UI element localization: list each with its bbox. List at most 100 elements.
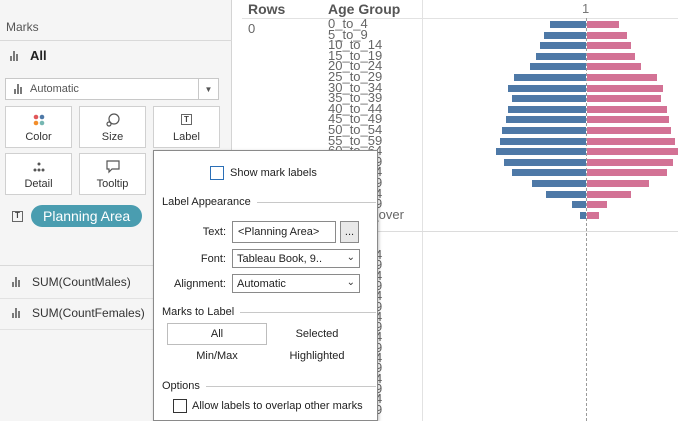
field-countmales[interactable]: SUM(CountMales) bbox=[12, 275, 131, 289]
color-button[interactable]: Color bbox=[5, 106, 72, 148]
text-label-icon: T bbox=[12, 210, 23, 222]
female-bar[interactable] bbox=[587, 116, 669, 124]
alignment-value: Automatic bbox=[237, 277, 286, 290]
option-highlighted[interactable]: Highlighted bbox=[267, 350, 367, 362]
section-title: Label Appearance bbox=[162, 196, 251, 208]
male-bar[interactable] bbox=[546, 190, 586, 198]
field-countfemales[interactable]: SUM(CountFemales) bbox=[12, 306, 145, 320]
male-bar[interactable] bbox=[572, 201, 586, 209]
female-bar[interactable] bbox=[587, 148, 678, 156]
bar-chart-icon bbox=[12, 308, 20, 318]
male-bar[interactable] bbox=[500, 137, 586, 145]
marks-to-label-section: Marks to Label bbox=[162, 306, 376, 318]
alignment-label: Alignment: bbox=[174, 277, 226, 290]
male-bar[interactable] bbox=[550, 21, 586, 28]
option-selected[interactable]: Selected bbox=[267, 328, 367, 340]
font-row: Font: Tableau Book, 9.. ⌄ bbox=[162, 249, 360, 268]
female-bar[interactable] bbox=[587, 31, 627, 39]
text-row: Text: <Planning Area> ... bbox=[162, 221, 359, 243]
marks-card-title: Marks bbox=[6, 20, 39, 34]
female-bar[interactable] bbox=[587, 84, 663, 92]
female-bar[interactable] bbox=[587, 127, 671, 134]
female-bar[interactable] bbox=[587, 21, 619, 28]
column-header: 1 bbox=[582, 1, 590, 16]
male-bar[interactable] bbox=[580, 211, 586, 219]
show-mark-labels-row[interactable]: Show mark labels bbox=[210, 166, 317, 180]
size-button-label: Size bbox=[101, 130, 124, 143]
male-bar[interactable] bbox=[496, 148, 586, 156]
female-bar[interactable] bbox=[587, 211, 599, 219]
male-bar[interactable] bbox=[540, 42, 586, 50]
divider bbox=[240, 311, 376, 313]
rows-header[interactable]: Rows bbox=[248, 1, 285, 17]
male-bar[interactable] bbox=[536, 52, 586, 60]
male-bar[interactable] bbox=[512, 169, 586, 177]
chevron-down-icon[interactable]: ▼ bbox=[198, 79, 218, 99]
mark-type-value: Automatic bbox=[30, 83, 79, 95]
label-button[interactable]: T Label bbox=[153, 106, 220, 148]
alignment-dropdown[interactable]: Automatic ⌄ bbox=[232, 274, 360, 293]
divider bbox=[256, 201, 376, 203]
female-bar[interactable] bbox=[587, 42, 631, 50]
female-bar[interactable] bbox=[587, 95, 661, 103]
size-icon bbox=[105, 112, 121, 128]
age-group-header[interactable]: Age Group bbox=[328, 1, 400, 17]
male-bar[interactable] bbox=[506, 116, 586, 124]
label-field-row: T Planning Area bbox=[12, 205, 143, 227]
female-bar[interactable] bbox=[587, 158, 673, 166]
female-bar[interactable] bbox=[587, 137, 675, 145]
male-bar[interactable] bbox=[530, 63, 586, 71]
option-all[interactable]: All bbox=[167, 323, 267, 345]
header-divider bbox=[242, 18, 678, 19]
overlap-row[interactable]: Allow labels to overlap other marks bbox=[173, 399, 363, 413]
overlap-checkbox[interactable] bbox=[173, 399, 187, 413]
ellipsis-button[interactable]: ... bbox=[340, 221, 359, 243]
row-value: 0 bbox=[248, 21, 256, 36]
female-bar[interactable] bbox=[587, 190, 631, 198]
male-bar[interactable] bbox=[508, 84, 586, 92]
option-minmax[interactable]: Min/Max bbox=[167, 350, 267, 362]
field-label: SUM(CountFemales) bbox=[32, 306, 145, 320]
male-bar[interactable] bbox=[532, 180, 586, 187]
marks-all-tab[interactable]: All bbox=[10, 48, 47, 63]
chevron-down-icon: ⌄ bbox=[346, 277, 355, 288]
options-section: Options bbox=[162, 380, 376, 392]
font-dropdown[interactable]: Tableau Book, 9.. ⌄ bbox=[232, 249, 360, 268]
chevron-down-icon: ⌄ bbox=[346, 252, 355, 263]
tooltip-button-label: Tooltip bbox=[96, 177, 129, 190]
mark-type-dropdown[interactable]: Automatic ▼ bbox=[5, 78, 219, 100]
size-button[interactable]: Size bbox=[79, 106, 146, 148]
label-button-label: Label bbox=[173, 130, 200, 143]
male-bar[interactable] bbox=[514, 74, 586, 81]
female-bar[interactable] bbox=[587, 63, 641, 71]
female-bar[interactable] bbox=[587, 201, 607, 209]
male-bar[interactable] bbox=[544, 31, 586, 39]
text-field[interactable]: <Planning Area> bbox=[232, 221, 336, 243]
female-bar[interactable] bbox=[587, 180, 649, 187]
divider bbox=[0, 40, 232, 41]
section-title: Marks to Label bbox=[162, 306, 235, 318]
detail-dots-icon bbox=[32, 159, 46, 175]
planning-area-pill[interactable]: Planning Area bbox=[31, 205, 143, 227]
text-field-label: Text: bbox=[202, 226, 226, 238]
label-appearance-section: Label Appearance bbox=[162, 196, 376, 208]
male-bar[interactable] bbox=[512, 95, 586, 103]
overlap-text: Allow labels to overlap other marks bbox=[192, 400, 363, 412]
bar-chart-icon bbox=[14, 84, 22, 94]
bar-chart-icon bbox=[12, 277, 20, 287]
tooltip-button[interactable]: Tooltip bbox=[79, 153, 146, 195]
male-bar[interactable] bbox=[508, 105, 586, 113]
color-button-label: Color bbox=[25, 130, 52, 143]
label-dialog: Show mark labels Label Appearance Text: … bbox=[153, 150, 378, 421]
female-bar[interactable] bbox=[587, 52, 635, 60]
bar-chart-icon bbox=[10, 50, 18, 61]
female-bar[interactable] bbox=[587, 105, 667, 113]
show-mark-labels-checkbox[interactable] bbox=[210, 166, 224, 180]
female-bar[interactable] bbox=[587, 169, 667, 177]
font-value: Tableau Book, 9.. bbox=[237, 252, 323, 265]
female-bar[interactable] bbox=[587, 74, 657, 81]
detail-button[interactable]: Detail bbox=[5, 153, 72, 195]
marks-all-label: All bbox=[30, 48, 47, 63]
male-bar[interactable] bbox=[502, 127, 586, 134]
male-bar[interactable] bbox=[504, 158, 586, 166]
